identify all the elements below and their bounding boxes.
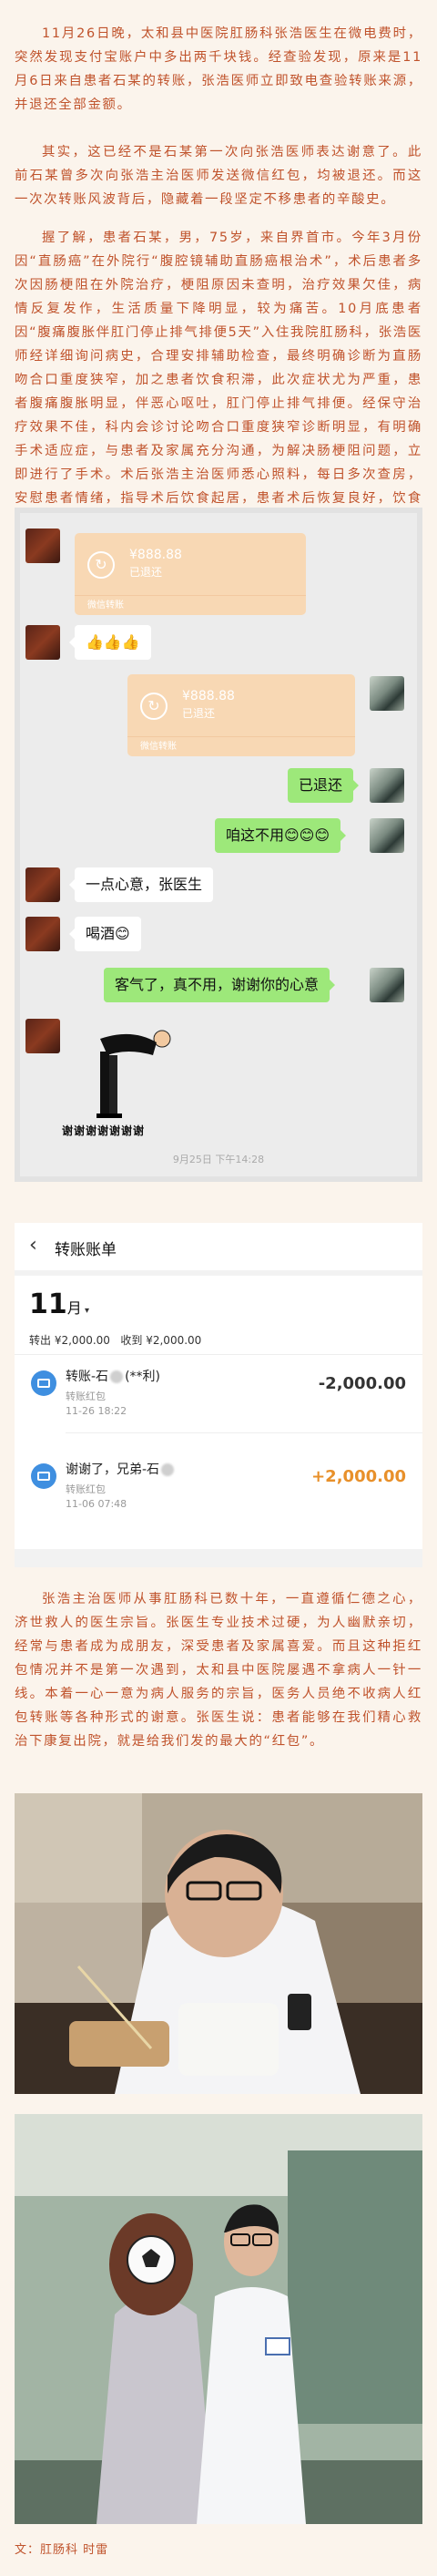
paragraph-doctor-profile: 张浩主治医师从事肛肠科已数十年，一直遵循仁德之心，济世救人的医生宗旨。张医生专业… xyxy=(15,1592,422,1749)
paragraph-intro: 11月26日晚，太和县中医院肛肠科张浩医生在微电费时，突然发现支付宝账户中多出两… xyxy=(15,26,422,112)
bowing-man-sticker xyxy=(97,1030,171,1118)
patient-avatar xyxy=(25,529,60,563)
patient-avatar xyxy=(25,625,60,660)
doctor-avatar xyxy=(370,768,404,803)
chevron-left-icon[interactable]: ‹ xyxy=(29,1234,37,1257)
month-selector[interactable]: 11月 ▾ xyxy=(29,1288,89,1320)
red-packet-status: 已退还 xyxy=(129,566,163,579)
doctor-eating-photo xyxy=(15,1793,422,2094)
chevron-down-icon: ▾ xyxy=(81,1306,89,1316)
patient-avatar xyxy=(25,867,60,902)
red-packet-status: 已退还 xyxy=(182,707,216,720)
transfer-icon xyxy=(31,1370,56,1396)
paragraph-case-story: 握了解，患者石某，男，75岁，来自界首市。今年3月份因“直肠癌”在外院行“腹腔镜… xyxy=(15,231,422,529)
article-credit: 文：肛肠科 时雷 xyxy=(15,2543,109,2557)
bill-header: ‹ 转账账单 xyxy=(15,1223,422,1270)
message-bubble: 一点心意，张医生 xyxy=(68,867,214,902)
red-packet-amount: ¥888.88 xyxy=(182,689,235,703)
red-packet-footer: 微信转账 xyxy=(75,595,306,615)
red-packet-card[interactable]: ↻ ¥888.88 已退还 微信转账 xyxy=(75,533,306,615)
red-packet-card[interactable]: ↻ ¥888.88 已退还 微信转账 xyxy=(127,674,355,756)
message-bubble: 已退还 xyxy=(288,768,360,803)
message-bubble: 咱这不用😊😊😊 xyxy=(215,818,347,853)
doctor-patient-photo xyxy=(15,2114,422,2524)
red-packet-amount: ¥888.88 xyxy=(129,548,182,562)
patient-avatar xyxy=(25,917,60,951)
sticker-caption: 谢谢谢谢谢谢谢 xyxy=(62,1124,146,1137)
message-bubble: 👍👍👍 xyxy=(69,625,151,660)
bill-list: 11月 ▾ 转出 ¥2,000.00 收到 ¥2,000.00 转账-石 (**利… xyxy=(15,1276,422,1549)
doctor-avatar xyxy=(370,818,404,853)
doctor-avatar xyxy=(370,968,404,1002)
chat-timestamp: 9月25日 下午14:28 xyxy=(172,1154,265,1165)
message-bubble: 喝酒😊 xyxy=(69,917,141,951)
transfer-return-icon: ↻ xyxy=(140,693,168,720)
patient-avatar xyxy=(25,1019,60,1053)
transfer-icon xyxy=(31,1463,56,1489)
transfer-bill-screenshot: ‹ 转账账单 11月 ▾ 转出 ¥2,000.00 收到 ¥2,000.00 转… xyxy=(15,1223,422,1567)
message-bubble: 客气了，真不用，谢谢你的心意 xyxy=(104,968,336,1002)
transfer-amount: -2,000.00 xyxy=(318,1374,406,1393)
doctor-avatar xyxy=(370,676,404,711)
paragraph-background: 其实，这已经不是石某第一次向张浩医师表达谢意了。此前石某曾多次向张浩主治医师发送… xyxy=(15,145,422,207)
bill-summary: 转出 ¥2,000.00 收到 ¥2,000.00 xyxy=(29,1334,202,1347)
transfer-amount: +2,000.00 xyxy=(311,1467,406,1486)
transfer-return-icon: ↻ xyxy=(87,551,115,579)
red-packet-footer: 微信转账 xyxy=(127,736,355,756)
page-title: 转账账单 xyxy=(55,1241,117,1259)
